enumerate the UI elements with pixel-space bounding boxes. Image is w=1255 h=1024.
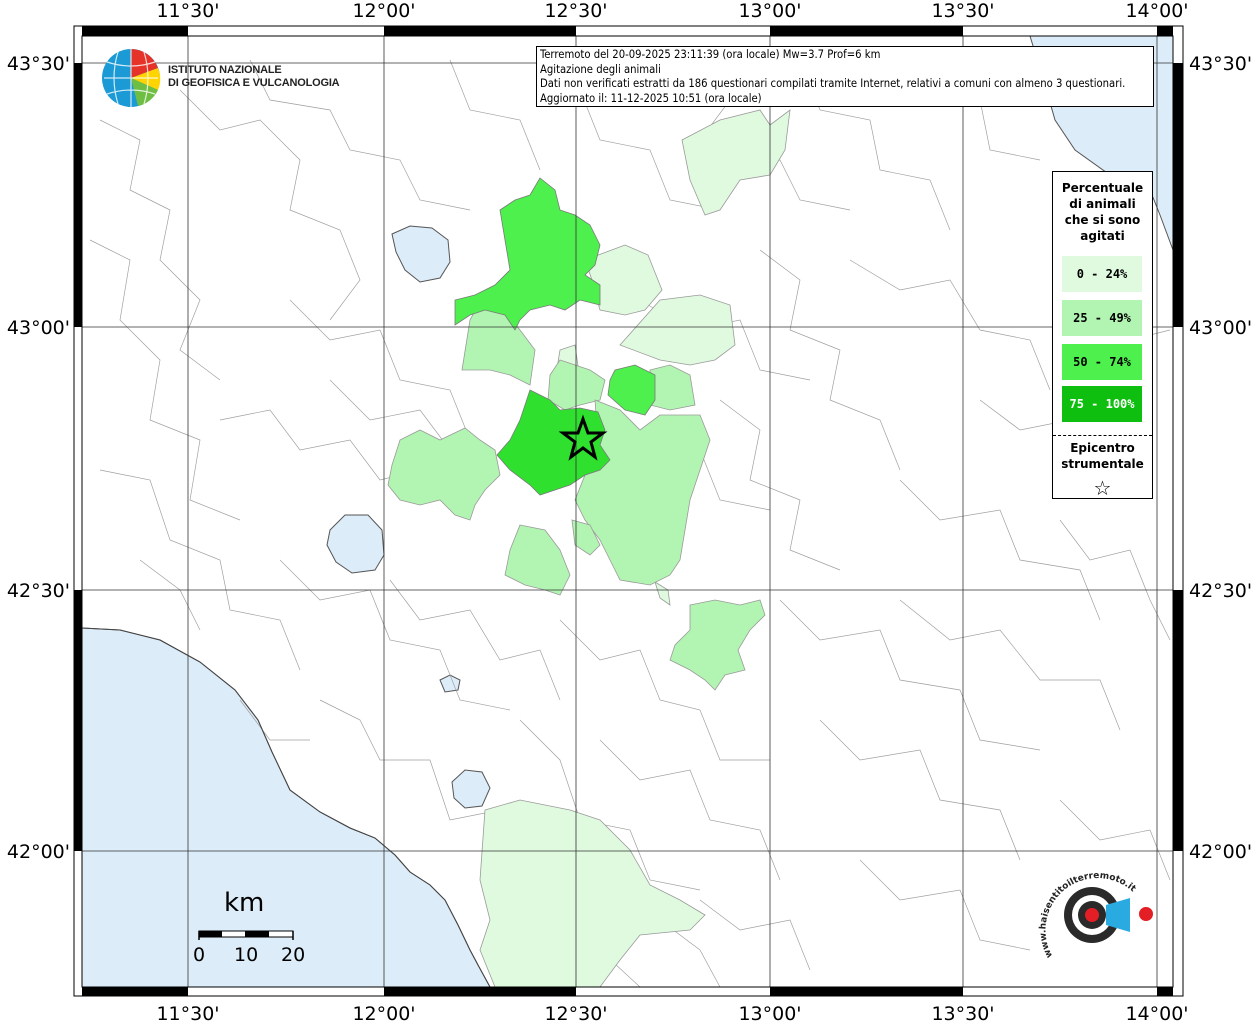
legend-class-label: 25 - 49% (1073, 311, 1131, 325)
lon-tick-bottom: 12°30' (544, 1003, 607, 1024)
legend-title-line: Percentuale (1061, 181, 1144, 195)
legend-class-75-100: 75 - 100% (1062, 386, 1142, 422)
scale-unit: km (224, 888, 265, 918)
info-line-source: Dati non verificati estratti da 186 ques… (540, 77, 1126, 90)
lat-tick-left: 43°30' (7, 53, 70, 75)
legend-epicenter-line: Epicentro (1070, 441, 1135, 455)
lat-tick-right: 43°30' (1189, 53, 1252, 75)
lon-tick-bottom: 11°30' (156, 1003, 219, 1024)
scale-label-20: 20 (281, 944, 306, 966)
lon-tick-top: 13°00' (738, 0, 801, 22)
lon-tick-top: 12°30' (544, 0, 607, 22)
lat-tick-left: 43°00' (7, 317, 70, 339)
lon-tick-bottom: 13°00' (738, 1003, 801, 1024)
latitude-labels-left: 43°30' 43°00' 42°30' 42°00' (7, 53, 70, 863)
longitude-labels-top: 11°30' 12°00' 12°30' 13°00' 13°30' 14°00… (156, 0, 1188, 22)
lat-tick-left: 42°30' (7, 580, 70, 602)
legend-class-label: 0 - 24% (1076, 267, 1128, 281)
lat-tick-left: 42°00' (7, 841, 70, 863)
ingv-logo-icon (102, 49, 161, 107)
lat-tick-right: 43°00' (1189, 317, 1252, 339)
lon-tick-top: 14°00' (1125, 0, 1188, 22)
institute-name: ISTITUTO NAZIONALE DI GEOFISICA E VULCAN… (168, 64, 340, 90)
info-line-event: Terremoto del 20-09-2025 23:11:39 (ora l… (540, 48, 881, 61)
legend-class-label: 50 - 74% (1073, 355, 1131, 369)
info-line-updated: Aggiornato il: 11-12-2025 10:51 (ora loc… (540, 91, 762, 105)
legend-divider (1053, 435, 1152, 436)
legend-title-line: che si sono (1064, 213, 1141, 227)
legend-class-label: 75 - 100% (1069, 397, 1135, 411)
scale-label-10: 10 (234, 944, 259, 966)
lon-tick-top: 13°30' (931, 0, 994, 22)
institute-line1: ISTITUTO NAZIONALE (168, 64, 282, 76)
legend-star-icon: ☆ (1093, 476, 1112, 500)
map-area (81, 35, 1174, 988)
longitude-labels-bottom: 11°30' 12°00' 12°30' 13°00' 13°30' 14°00… (156, 1003, 1188, 1024)
latitude-labels-right: 43°30' 43°00' 42°30' 42°00' (1189, 53, 1252, 863)
lon-tick-top: 11°30' (156, 0, 219, 22)
legend: Percentuale di animali che si sono agita… (1052, 171, 1153, 500)
legend-class-0-24: 0 - 24% (1062, 256, 1142, 292)
lat-tick-right: 42°00' (1189, 841, 1252, 863)
legend-title-line: agitati (1080, 229, 1125, 243)
map-canvas: 11°30' 12°00' 12°30' 13°00' 13°30' 14°00… (7, 0, 1252, 1024)
scale-label-0: 0 (193, 944, 206, 966)
lat-tick-right: 42°30' (1189, 580, 1252, 602)
legend-title-line: di animali (1069, 197, 1136, 211)
lon-tick-top: 12°00' (352, 0, 415, 22)
legend-class-50-74: 50 - 74% (1062, 344, 1142, 380)
lon-tick-bottom: 13°30' (931, 1003, 994, 1024)
info-line-topic: Agitazione degli animali (540, 62, 661, 76)
legend-title: Percentuale di animali che si sono agita… (1053, 180, 1152, 244)
legend-class-25-49: 25 - 49% (1062, 300, 1142, 336)
institute-line2: DI GEOFISICA E VULCANOLOGIA (168, 77, 340, 89)
lon-tick-bottom: 14°00' (1125, 1003, 1188, 1024)
lon-tick-bottom: 12°00' (352, 1003, 415, 1024)
legend-epicenter-line: strumentale (1061, 457, 1144, 471)
legend-epicenter-label: Epicentro strumentale (1053, 440, 1152, 472)
earthquake-info-box: Terremoto del 20-09-2025 23:11:39 (ora l… (536, 46, 1154, 107)
